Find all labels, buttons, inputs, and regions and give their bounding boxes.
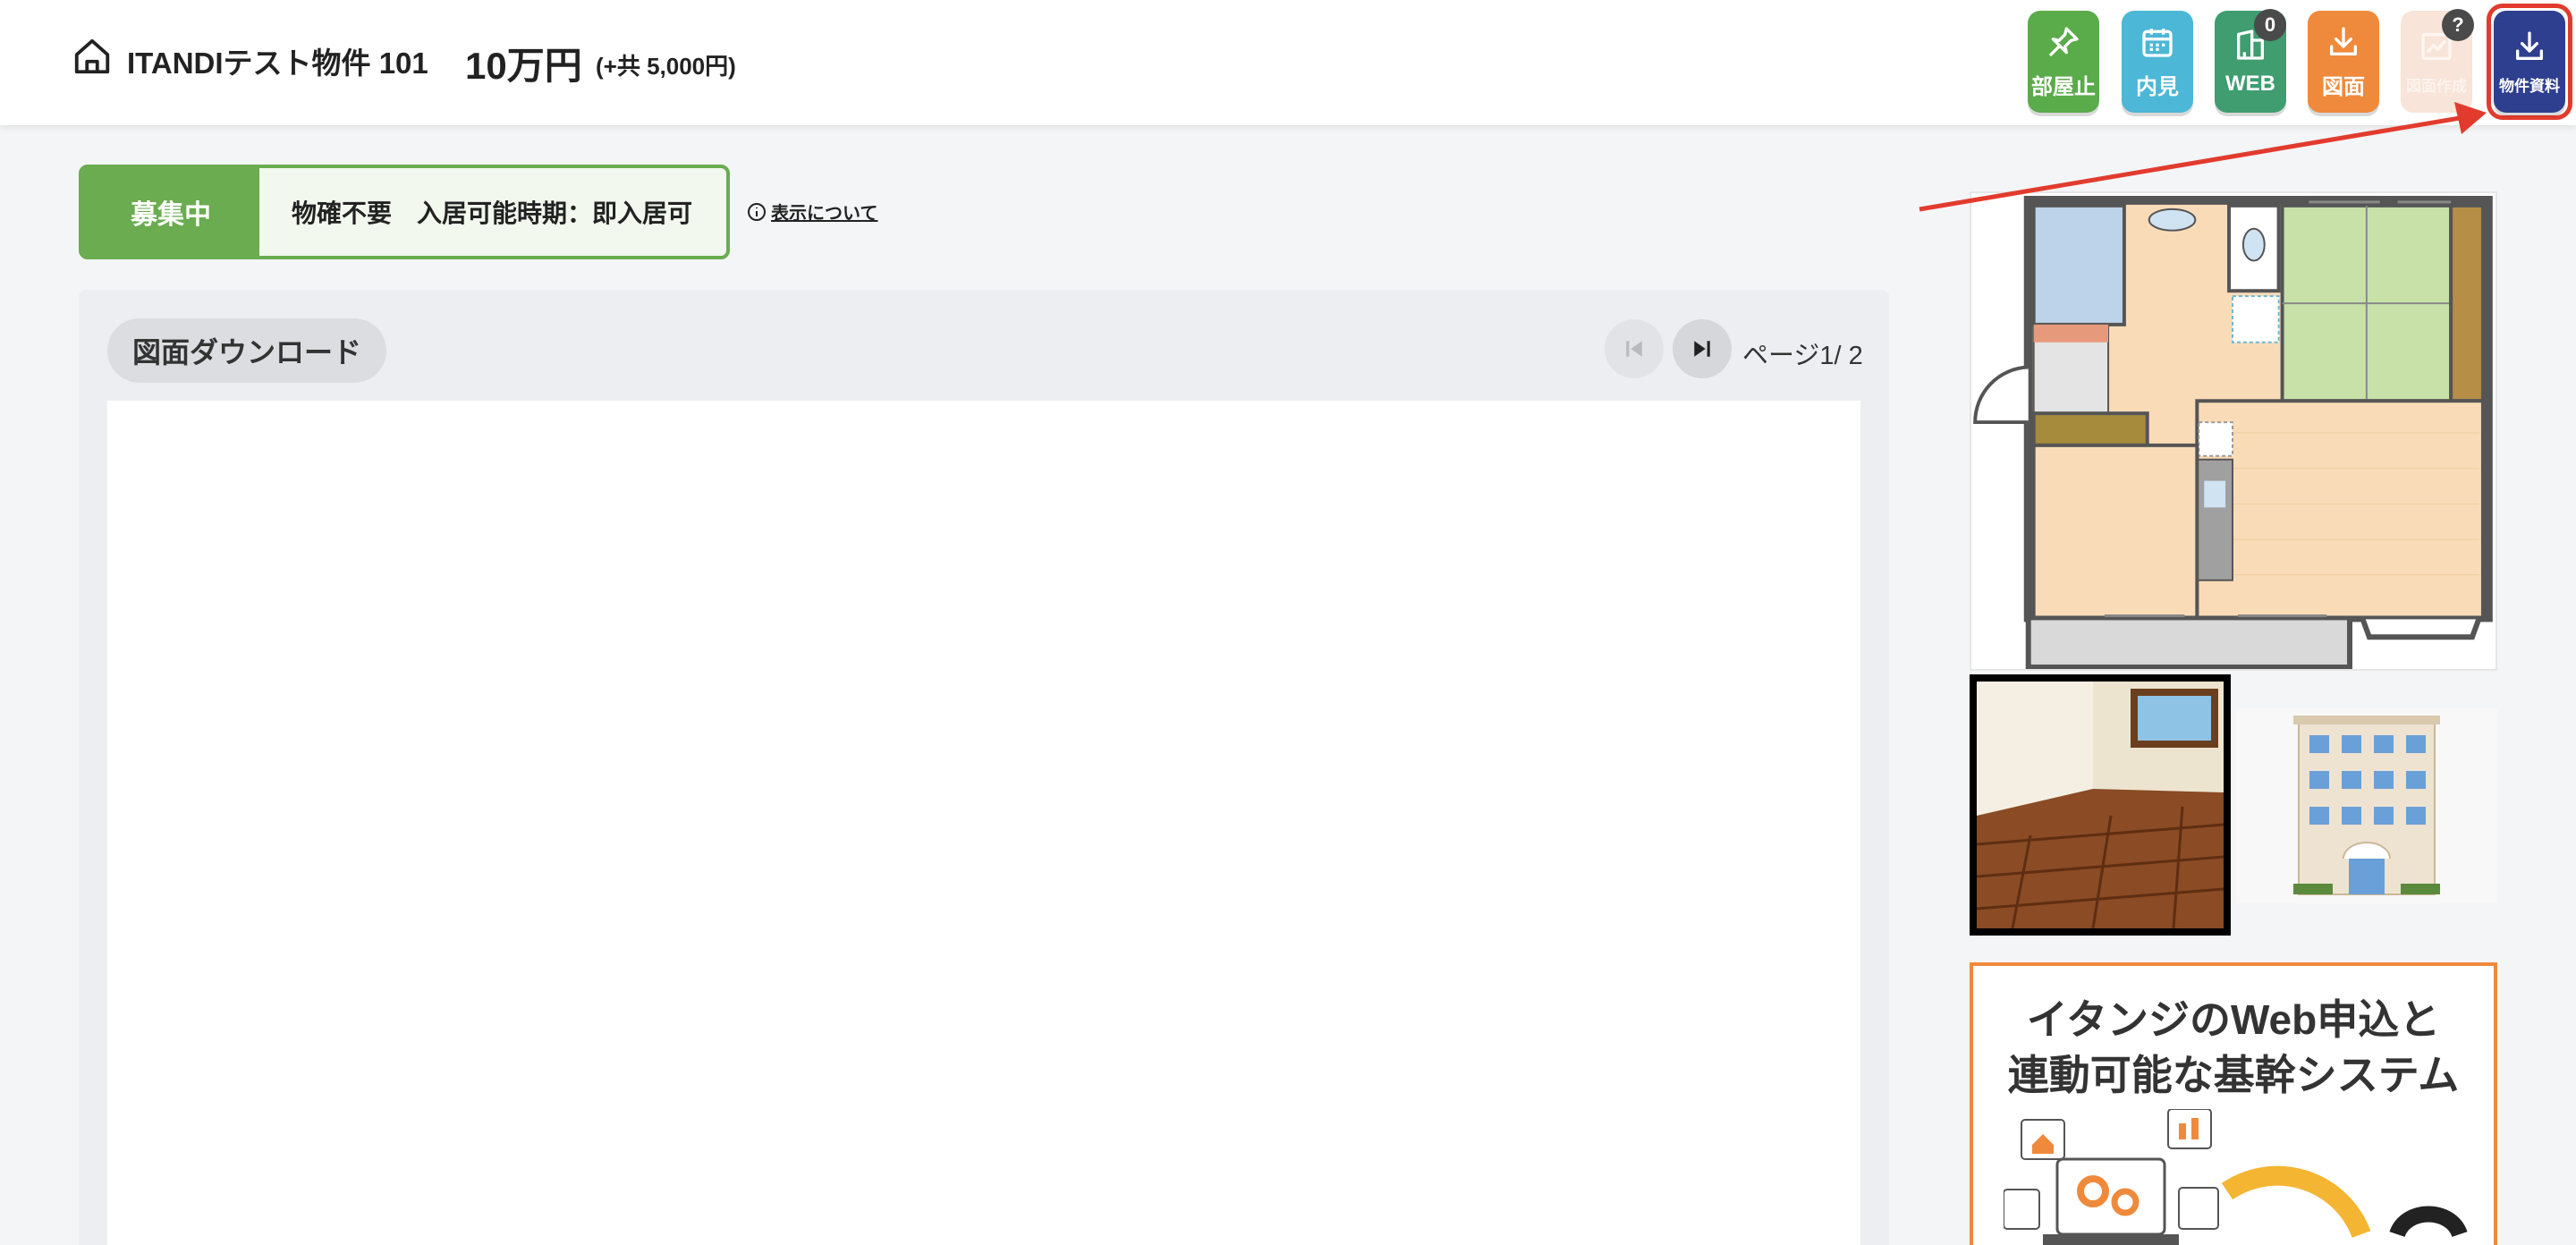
viewing-label: 内見 — [2136, 74, 2179, 99]
room-photo[interactable] — [1970, 674, 2231, 936]
first-page-button[interactable] — [1605, 319, 1664, 378]
page: ITANDIテスト物件 101 10万円 (+共 5,000円) 部屋止 内見 — [0, 0, 2576, 1245]
room-hold-button[interactable]: 部屋止 — [2028, 11, 2099, 113]
web-label: WEB — [2225, 72, 2275, 96]
document-preview — [107, 401, 1860, 1245]
building-image[interactable] — [2236, 708, 2497, 903]
promo-headline-1: イタンジのWeb申込と — [2026, 996, 2441, 1043]
viewing-button[interactable]: 内見 — [2122, 11, 2193, 113]
page-indicator: ページ1/ 2 — [1742, 342, 1863, 370]
system-illustration — [2004, 1109, 2468, 1245]
calendar-icon — [2142, 28, 2173, 57]
home-icon[interactable] — [72, 36, 113, 77]
skip-back-icon — [1626, 341, 1642, 357]
property-materials-label: 物件資料 — [2499, 77, 2560, 95]
recruitment-status-box: 募集中 物確不要 入居可能時期：即入居可 — [79, 165, 730, 259]
pin-icon — [2048, 26, 2079, 56]
display-info-text[interactable]: 表示について — [771, 199, 877, 224]
property-materials-button[interactable]: 物件資料 — [2494, 11, 2565, 113]
callout-arrow — [1919, 102, 2487, 212]
download-icon — [2516, 30, 2543, 60]
common-fee: (+共 5,000円) — [596, 53, 736, 80]
property-name: ITANDIテスト物件 101 — [127, 47, 428, 80]
promo-banner[interactable]: イタンジのWeb申込と 連動可能な基幹システム — [1970, 962, 2497, 1245]
last-page-button[interactable] — [1673, 319, 1732, 378]
floor-plan-create-label: 図面作成 — [2406, 77, 2467, 95]
floor-plan-label: 図面 — [2322, 74, 2365, 99]
web-count-badge: 0 — [2254, 9, 2286, 41]
status-badge: 募集中 — [82, 168, 259, 256]
display-info-link[interactable]: 表示について — [746, 199, 877, 224]
status-details: 物確不要 入居可能時期：即入居可 — [292, 199, 693, 227]
room-hold-label: 部屋止 — [2031, 74, 2096, 99]
floor-plan-button[interactable]: 図面 — [2308, 11, 2379, 113]
panel-title: 図面ダウンロード — [107, 318, 387, 383]
download-icon — [2330, 26, 2357, 55]
help-badge[interactable]: ? — [2442, 9, 2474, 41]
floor-plan-image[interactable] — [1970, 191, 2497, 671]
info-icon — [748, 202, 766, 221]
rent-amount: 10万円 — [465, 45, 582, 87]
skip-forward-icon — [1694, 341, 1710, 357]
promo-headline-2: 連動可能な基幹システム — [2007, 1052, 2460, 1098]
